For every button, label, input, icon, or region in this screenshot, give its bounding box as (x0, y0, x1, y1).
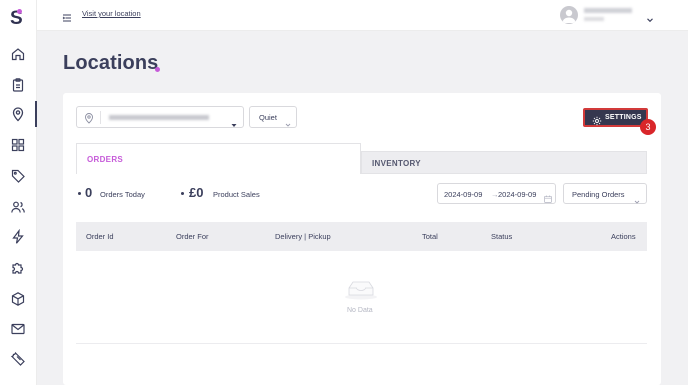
nav-tag-icon[interactable] (10, 168, 26, 184)
user-menu-chevron-down-icon[interactable] (646, 11, 654, 23)
product-sales-value: £0 (189, 185, 204, 200)
nav-puzzle-icon[interactable] (10, 260, 26, 276)
orders-today-value: 0 (85, 185, 93, 200)
visit-location-link[interactable]: Visit your location (82, 9, 141, 18)
tab-orders-label: ORDERS (87, 155, 124, 164)
tab-inventory-label: INVENTORY (372, 159, 421, 168)
nav-box-icon[interactable] (10, 291, 26, 307)
page-title: Locations (63, 52, 159, 74)
nav-active-indicator (35, 101, 37, 127)
product-sales-label: Product Sales (213, 190, 260, 199)
column-header-order-for[interactable]: Order For (176, 232, 209, 241)
column-header-actions[interactable]: Actions (611, 232, 636, 241)
date-range-picker[interactable]: 2024-09-09 → 2024-09-09 (437, 183, 556, 204)
stat-bullet (181, 192, 184, 195)
orders-table-header: Order Id Order For Delivery | Pickup Tot… (76, 222, 647, 251)
orders-today-label: Orders Today (100, 190, 145, 199)
nav-lightning-icon[interactable] (10, 229, 26, 245)
chevron-down-icon (634, 192, 640, 204)
chevron-down-icon (285, 115, 291, 127)
menu-collapse-icon[interactable] (62, 10, 72, 22)
tab-inventory[interactable]: INVENTORY (361, 151, 647, 174)
table-bottom-border (76, 343, 647, 344)
user-role-redacted (584, 17, 604, 21)
column-header-total[interactable]: Total (422, 232, 438, 241)
nav-ticket-icon[interactable] (10, 351, 26, 367)
user-name-redacted (584, 8, 632, 13)
nav-users-icon[interactable] (10, 199, 26, 215)
nav-home-icon[interactable] (10, 46, 26, 62)
brand-logo-dot (17, 9, 22, 14)
quiet-mode-label: Quiet (259, 113, 277, 122)
tab-orders[interactable]: ORDERS (76, 143, 361, 174)
step-number-badge: 3 (640, 119, 656, 135)
top-bar: Visit your location (37, 0, 688, 31)
empty-state-text: No Data (347, 307, 373, 314)
caret-down-icon (231, 115, 237, 127)
nav-clipboard-icon[interactable] (10, 77, 26, 93)
location-name-redacted (109, 115, 209, 120)
empty-inbox-icon (344, 278, 378, 300)
column-header-delivery-pickup[interactable]: Delivery | Pickup (275, 232, 331, 241)
date-range-start: 2024-09-09 (444, 190, 483, 199)
column-header-status[interactable]: Status (491, 232, 512, 241)
nav-grid-icon[interactable] (10, 137, 26, 153)
location-pin-icon (83, 111, 95, 124)
order-status-label: Pending Orders (572, 190, 625, 199)
date-range-end: 2024-09-09 (498, 190, 537, 199)
nav-mail-icon[interactable] (10, 321, 26, 337)
stat-bullet (78, 192, 81, 195)
order-status-select[interactable]: Pending Orders (563, 183, 647, 204)
location-select[interactable] (76, 106, 244, 128)
settings-button[interactable]: SETTINGS (583, 108, 648, 127)
sidebar: S (0, 0, 37, 385)
calendar-icon (544, 190, 552, 203)
location-select-divider (100, 111, 101, 124)
user-avatar[interactable] (560, 6, 578, 24)
nav-location-pin-icon[interactable] (10, 106, 26, 122)
quiet-mode-select[interactable]: Quiet (249, 106, 297, 128)
settings-button-label: SETTINGS (605, 114, 642, 121)
column-header-order-id[interactable]: Order Id (86, 232, 114, 241)
gear-icon (592, 113, 602, 126)
page-title-dot (155, 67, 160, 72)
